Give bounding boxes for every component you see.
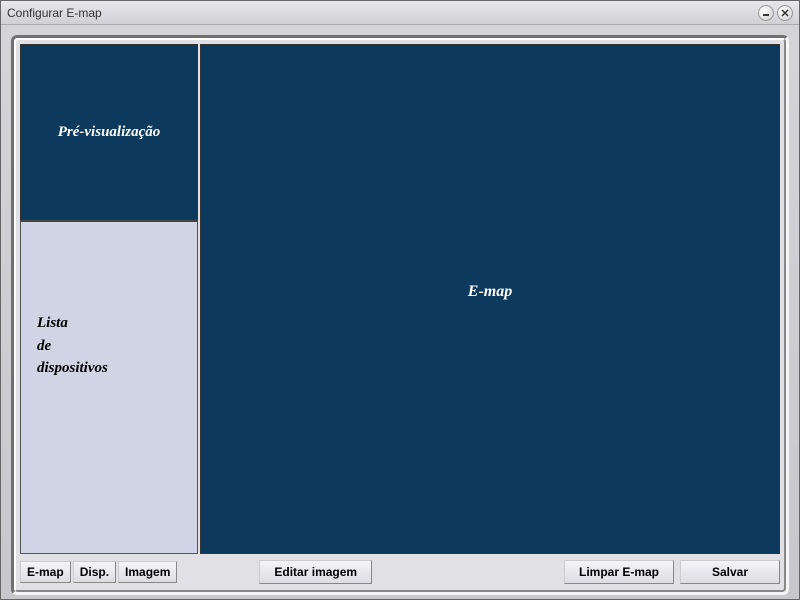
clear-emap-button[interactable]: Limpar E-map — [564, 560, 674, 584]
tab-emap[interactable]: E-map — [20, 561, 71, 583]
window-title: Configurar E-map — [7, 6, 102, 20]
save-button[interactable]: Salvar — [680, 560, 780, 584]
device-list-pane: Listadedispositivos — [20, 220, 198, 554]
close-icon[interactable] — [777, 5, 793, 21]
content-grid: Pré-visualização Listadedispositivos E-m… — [20, 44, 780, 554]
preview-pane: Pré-visualização — [20, 44, 198, 220]
main-frame: Pré-visualização Listadedispositivos E-m… — [11, 35, 789, 595]
device-list-label: Listadedispositivos — [37, 312, 181, 380]
preview-label: Pré-visualização — [58, 124, 161, 141]
emap-label: E-map — [468, 283, 512, 301]
tab-imagem[interactable]: Imagem — [118, 561, 177, 583]
emap-canvas[interactable]: E-map — [200, 44, 780, 554]
tab-disp[interactable]: Disp. — [73, 561, 116, 583]
minimize-icon[interactable] — [758, 5, 774, 21]
window-body: Pré-visualização Listadedispositivos E-m… — [1, 25, 799, 599]
bottom-bar: E-map Disp. Imagem Editar imagem Limpar … — [20, 558, 780, 586]
titlebar: Configurar E-map — [1, 1, 799, 25]
titlebar-controls — [758, 5, 793, 21]
window-root: Configurar E-map Pré-visualização Listad… — [0, 0, 800, 600]
edit-image-button[interactable]: Editar imagem — [259, 560, 372, 584]
tab-group: E-map Disp. Imagem — [20, 561, 177, 583]
sidebar: Pré-visualização Listadedispositivos — [20, 44, 198, 554]
